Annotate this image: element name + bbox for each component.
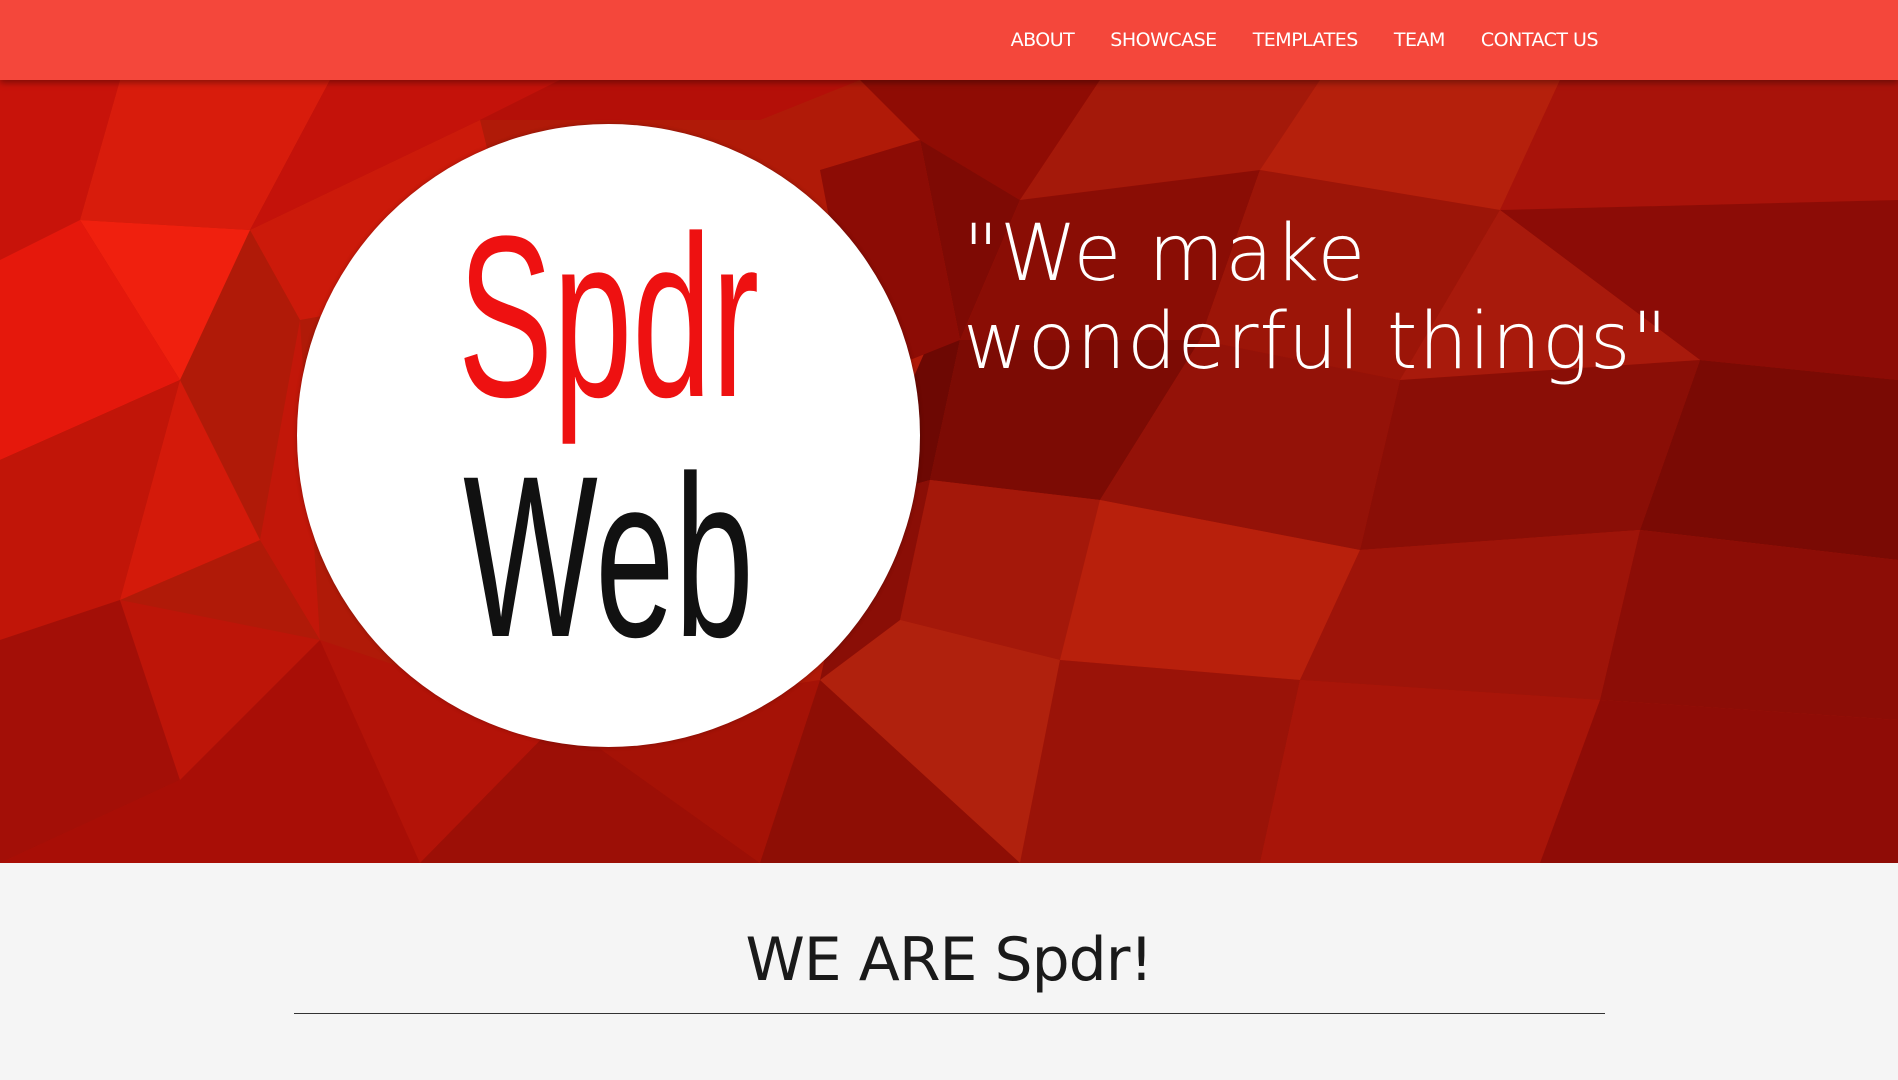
spdrweb-logo[interactable]: Spdr Web bbox=[297, 124, 920, 747]
logo-word-spdr: Spdr bbox=[457, 188, 760, 445]
nav-link-templates[interactable]: TEMPLATES bbox=[1253, 29, 1359, 51]
hero-tagline: "We make wonderful things" bbox=[963, 209, 1669, 387]
about-section: WE ARE Spdr! bbox=[0, 863, 1898, 1080]
about-heading: WE ARE Spdr! bbox=[745, 925, 1153, 995]
top-navbar: ABOUT SHOWCASE TEMPLATES TEAM CONTACT US bbox=[0, 0, 1898, 80]
tagline-line-2: wonderful things" bbox=[963, 297, 1669, 387]
tagline-line-1: "We make bbox=[963, 209, 1367, 299]
nav-link-about[interactable]: ABOUT bbox=[1011, 29, 1075, 51]
hero-polygon-background bbox=[0, 80, 1898, 863]
logo-word-web: Web bbox=[463, 428, 754, 685]
nav-links: ABOUT SHOWCASE TEMPLATES TEAM CONTACT US bbox=[975, 0, 1599, 80]
nav-link-team[interactable]: TEAM bbox=[1394, 29, 1446, 51]
hero-section: Spdr Web "We make wonderful things" bbox=[0, 80, 1898, 863]
nav-link-contact-us[interactable]: CONTACT US bbox=[1481, 29, 1599, 51]
nav-link-showcase[interactable]: SHOWCASE bbox=[1110, 29, 1217, 51]
section-divider bbox=[294, 1013, 1605, 1014]
